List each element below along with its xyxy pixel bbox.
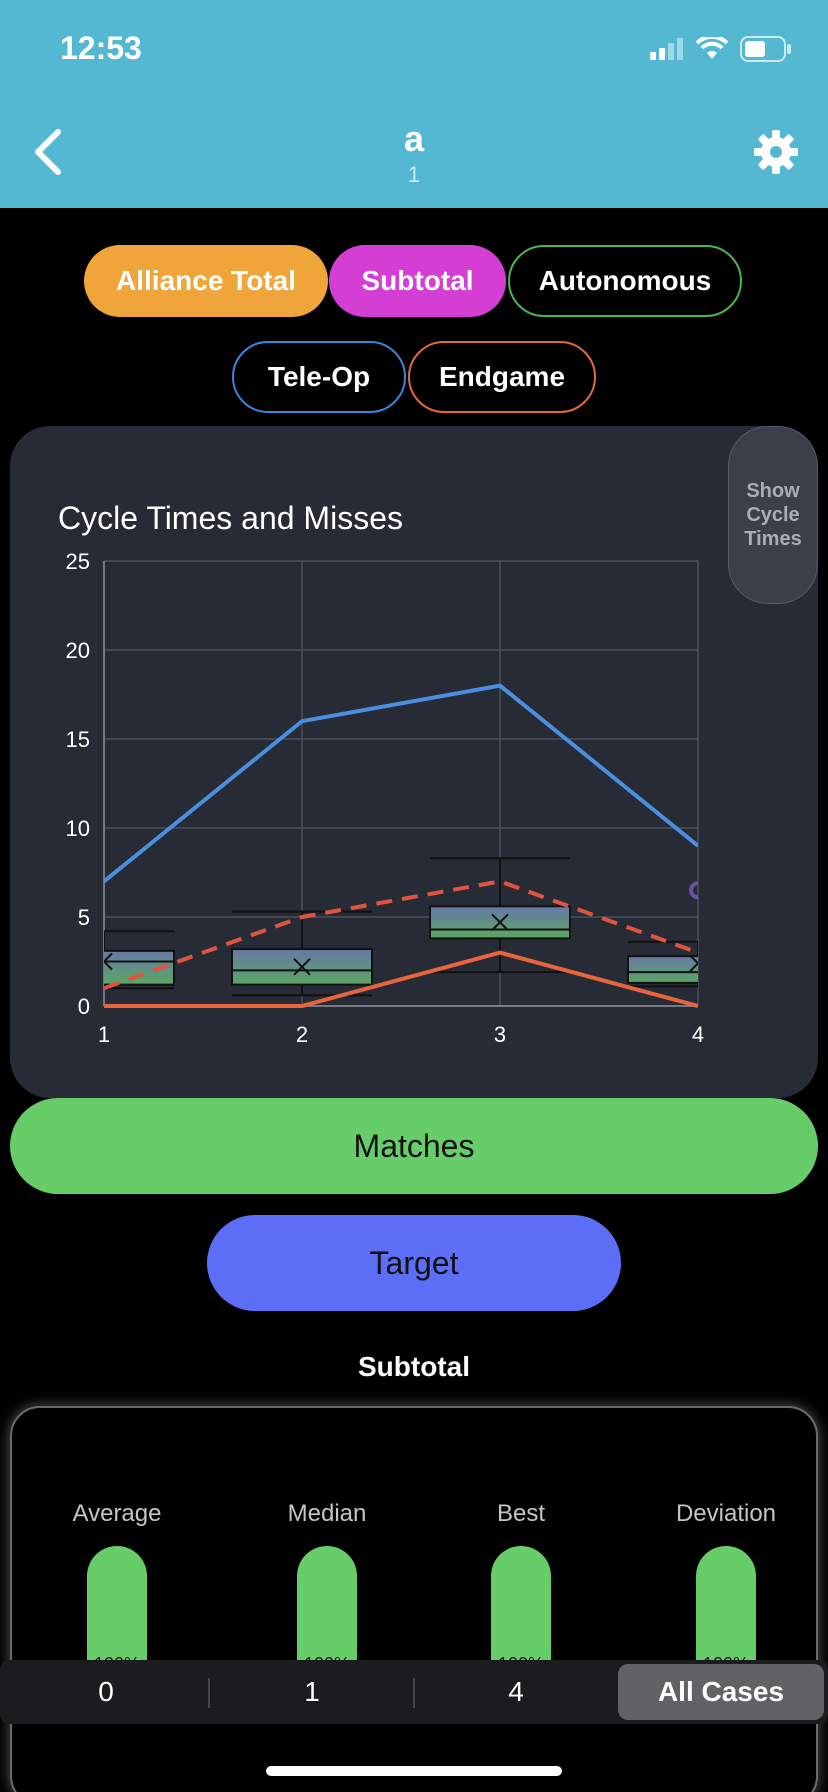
y-tick-label: 25	[66, 549, 90, 574]
home-indicator	[266, 1766, 562, 1776]
filter-subtotal[interactable]: Subtotal	[329, 245, 506, 317]
stat-label: Best	[496, 1500, 546, 1527]
segment-4[interactable]: 4	[414, 1660, 618, 1724]
filter-teleop[interactable]: Tele-Op	[232, 341, 406, 413]
title-block: a 1	[0, 118, 828, 188]
stat-label: Average	[72, 1500, 162, 1527]
wifi-icon	[696, 37, 728, 59]
top-header: 12:53 a 1	[0, 0, 828, 208]
case-segment-control: 0 1 4 All Cases	[0, 1660, 828, 1724]
boxplot	[104, 930, 175, 990]
segment-1[interactable]: 1	[210, 1660, 414, 1724]
y-tick-label: 5	[78, 905, 90, 930]
chart-card: 0 5 10 15 20 25 1 2 3 4 Cycle Times and Misses Sh…	[10, 426, 818, 1098]
status-time: 12:53	[60, 30, 142, 66]
stat-label: Deviation	[675, 1500, 777, 1527]
series-line	[104, 950, 698, 1008]
y-tick-label: 0	[78, 994, 90, 1019]
matches-button[interactable]: Matches	[10, 1098, 818, 1194]
boxplot-box	[627, 955, 698, 984]
filter-autonomous[interactable]: Autonomous	[508, 245, 742, 317]
boxplot	[429, 857, 571, 974]
x-tick-label: 3	[494, 1022, 506, 1047]
series-line	[104, 879, 698, 991]
y-tick-label: 15	[66, 727, 90, 752]
settings-button[interactable]	[752, 128, 800, 176]
page-subtitle: 1	[407, 162, 421, 187]
status-icons	[650, 36, 792, 62]
show-cycle-times-toggle[interactable]: Show Cycle Times	[728, 426, 818, 604]
x-tick-label: 1	[98, 1022, 110, 1047]
x-tick-label: 4	[692, 1022, 704, 1047]
section-title: Subtotal	[358, 1351, 470, 1382]
target-button[interactable]: Target	[207, 1215, 621, 1311]
segment-all-cases[interactable]: All Cases	[618, 1664, 824, 1720]
boxplot	[627, 940, 698, 988]
stats-card: Average 100% Median 100% Best 100% Devia…	[10, 1406, 818, 1792]
gear-icon	[754, 130, 798, 174]
plot-area	[104, 683, 698, 1008]
filter-endgame[interactable]: Endgame	[408, 341, 596, 413]
page-title: a	[403, 118, 425, 159]
filter-alliance-total[interactable]: Alliance Total	[84, 245, 328, 317]
signal-icon	[650, 38, 683, 60]
boxplot	[231, 910, 373, 997]
series-line	[104, 683, 698, 883]
battery-icon	[740, 36, 791, 62]
boxplot-box	[104, 949, 175, 986]
chart-title: Cycle Times and Misses	[58, 500, 403, 536]
segment-0[interactable]: 0	[4, 1660, 208, 1724]
x-tick-label: 2	[296, 1022, 308, 1047]
y-tick-label: 20	[66, 638, 90, 663]
stat-label: Median	[287, 1500, 367, 1527]
y-tick-label: 10	[66, 816, 90, 841]
